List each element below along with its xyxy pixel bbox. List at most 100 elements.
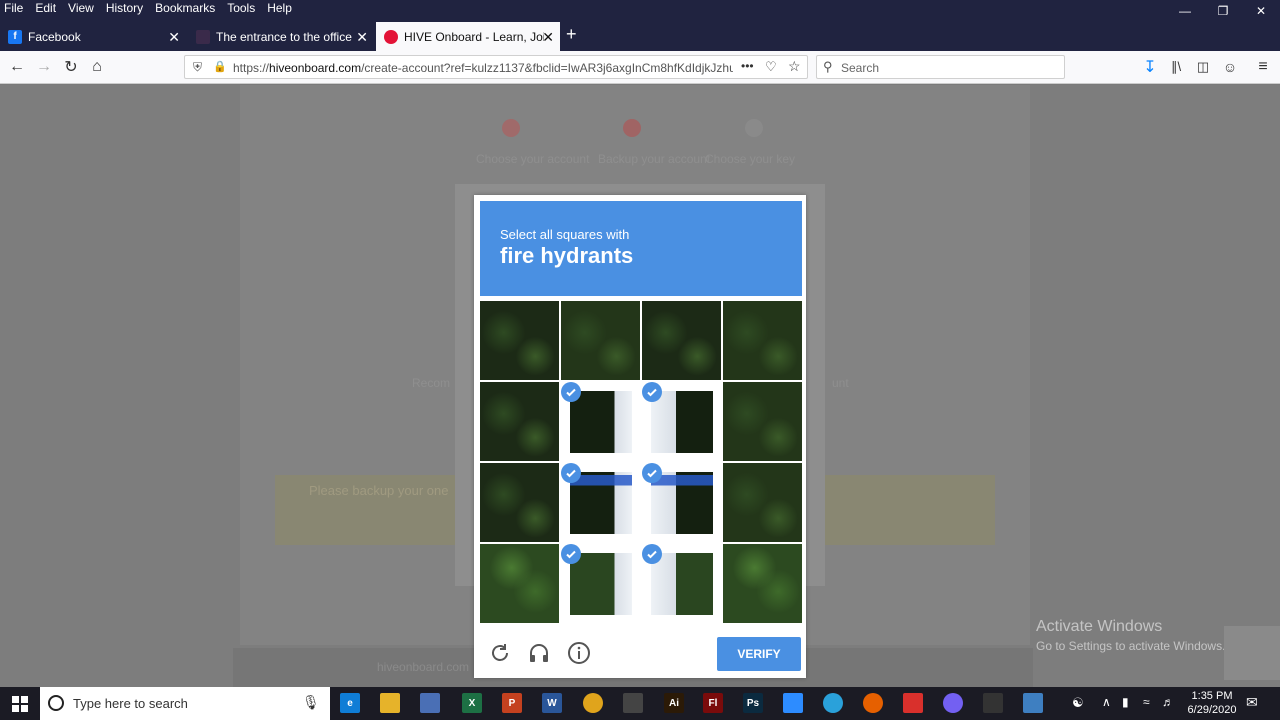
menu-edit[interactable]: Edit — [35, 1, 56, 15]
menu-history[interactable]: History — [106, 1, 143, 15]
step-label-2: Backup your account — [598, 152, 711, 166]
tab-facebook[interactable]: f Facebook ✕ — [0, 22, 186, 51]
close-icon[interactable]: ✕ — [1242, 0, 1280, 22]
checkmark-icon — [561, 382, 581, 402]
url-text[interactable]: https://hiveonboard.com/create-account?r… — [233, 61, 733, 75]
step-pending-icon — [745, 119, 763, 137]
new-tab-icon[interactable]: + — [566, 24, 577, 45]
notifications-icon[interactable]: ✉ — [1246, 694, 1258, 711]
store-icon[interactable] — [420, 693, 440, 713]
reload-icon[interactable]: ↻ — [61, 57, 81, 77]
powerpoint-icon[interactable]: P — [502, 693, 522, 713]
headphones-icon[interactable] — [527, 641, 551, 665]
captcha-tile[interactable] — [480, 382, 559, 461]
page-actions-icon[interactable]: ••• — [741, 59, 754, 73]
refresh-icon[interactable] — [488, 641, 512, 665]
clock[interactable]: 1:35 PM 6/29/2020 — [1182, 689, 1242, 717]
people-icon[interactable]: ☯ — [1072, 695, 1084, 711]
cortana-icon — [48, 695, 64, 711]
info-icon[interactable] — [567, 641, 591, 665]
restore-icon[interactable]: ❐ — [1204, 0, 1242, 22]
photoshop-icon[interactable]: Ps — [743, 693, 763, 713]
sidebar-icon[interactable]: ◫ — [1193, 57, 1213, 77]
menu-view[interactable]: View — [68, 1, 94, 15]
checkmark-icon — [561, 544, 581, 564]
close-tab-icon[interactable]: ✕ — [356, 29, 368, 46]
captcha-tile[interactable] — [723, 301, 802, 380]
home-icon[interactable]: ⌂ — [87, 57, 107, 77]
step-label-3: Choose your key — [705, 152, 796, 166]
flash-icon[interactable]: Fl — [703, 693, 723, 713]
telegram-icon[interactable] — [823, 693, 843, 713]
tab-title: Facebook — [28, 29, 81, 44]
menu-file[interactable]: File — [4, 1, 23, 15]
captcha-tile[interactable] — [480, 301, 559, 380]
captcha-tile[interactable] — [723, 382, 802, 461]
back-icon[interactable]: ← — [7, 57, 27, 77]
captcha-tile[interactable] — [561, 301, 640, 380]
calculator-icon[interactable] — [623, 693, 643, 713]
recaptcha-badge[interactable] — [1224, 626, 1280, 680]
wifi-icon[interactable]: ≈ — [1143, 695, 1150, 709]
word-icon[interactable]: W — [542, 693, 562, 713]
menu-icon[interactable]: ≡ — [1253, 57, 1273, 77]
captcha-tile[interactable] — [723, 463, 802, 542]
volume-icon[interactable]: ♬ — [1162, 695, 1174, 709]
chrome-icon[interactable] — [583, 693, 603, 713]
captcha-tile[interactable] — [480, 463, 559, 542]
windows-start-icon[interactable] — [12, 696, 28, 712]
app-icon[interactable] — [1023, 693, 1043, 713]
download-icon[interactable]: ↧ — [1140, 57, 1160, 77]
microphone-icon[interactable]: 🎙 — [302, 694, 320, 711]
captcha-tile[interactable] — [480, 544, 559, 623]
watermark-subtitle: Go to Settings to activate Windows. — [1036, 639, 1226, 653]
close-tab-icon[interactable]: ✕ — [542, 29, 554, 46]
taskbar: Type here to search 🎙 e X P W Ai Fl Ps ☯ ∧ ▮ ≈… — [0, 687, 1280, 720]
menu-help[interactable]: Help — [267, 1, 292, 15]
captcha-tile[interactable] — [561, 463, 640, 542]
account-icon[interactable]: ☺ — [1220, 57, 1240, 77]
forward-icon[interactable]: → — [34, 57, 54, 77]
close-tab-icon[interactable]: ✕ — [168, 29, 180, 46]
firefox-icon[interactable] — [863, 693, 883, 713]
menu-tools[interactable]: Tools — [227, 1, 255, 15]
minimize-icon[interactable]: — — [1166, 0, 1204, 22]
search-field[interactable]: ⚲ Search — [816, 55, 1065, 79]
tab-title: HIVE Onboard - Learn, Join and — [404, 29, 544, 44]
lock-icon[interactable]: 🔒 — [213, 60, 227, 73]
tile-image — [723, 301, 802, 380]
edge-icon[interactable]: e — [340, 693, 360, 713]
explorer-icon[interactable] — [380, 693, 400, 713]
tab-office-party[interactable]: The entrance to the office party ✕ — [188, 22, 374, 51]
captcha-tile[interactable] — [642, 544, 721, 623]
checkmark-icon — [642, 463, 662, 483]
acrobat-icon[interactable] — [903, 693, 923, 713]
captcha-tile[interactable] — [561, 382, 640, 461]
pocket-icon[interactable]: ♡ — [765, 59, 777, 75]
tile-image — [723, 382, 802, 461]
illustrator-icon[interactable]: Ai — [664, 693, 684, 713]
zoom-icon[interactable] — [783, 693, 803, 713]
show-hidden-icons[interactable]: ∧ — [1102, 695, 1111, 709]
battery-icon[interactable]: ▮ — [1122, 695, 1129, 709]
page-favicon-icon — [196, 29, 210, 44]
verify-button[interactable]: VERIFY — [717, 637, 801, 671]
captcha-tile[interactable] — [642, 301, 721, 380]
settings-icon[interactable] — [983, 693, 1003, 713]
tab-hive-onboard[interactable]: HIVE Onboard - Learn, Join and ✕ — [376, 22, 560, 51]
captcha-tile[interactable] — [642, 382, 721, 461]
tile-image — [570, 391, 632, 453]
hive-icon — [384, 29, 398, 44]
library-icon[interactable]: ∥\ — [1166, 57, 1186, 77]
excel-icon[interactable]: X — [462, 693, 482, 713]
captcha-tile[interactable] — [561, 544, 640, 623]
captcha-tile[interactable] — [723, 544, 802, 623]
captcha-tile[interactable] — [642, 463, 721, 542]
viber-icon[interactable] — [943, 693, 963, 713]
menu-bookmarks[interactable]: Bookmarks — [155, 1, 215, 15]
bookmark-star-icon[interactable]: ☆ — [788, 58, 801, 75]
search-icon: ⚲ — [823, 59, 833, 74]
shield-icon[interactable]: ⛨ — [193, 60, 202, 75]
taskbar-search[interactable]: Type here to search 🎙 — [40, 687, 330, 720]
url-bar[interactable]: ⛨ 🔒 https://hiveonboard.com/create-accou… — [184, 55, 808, 79]
